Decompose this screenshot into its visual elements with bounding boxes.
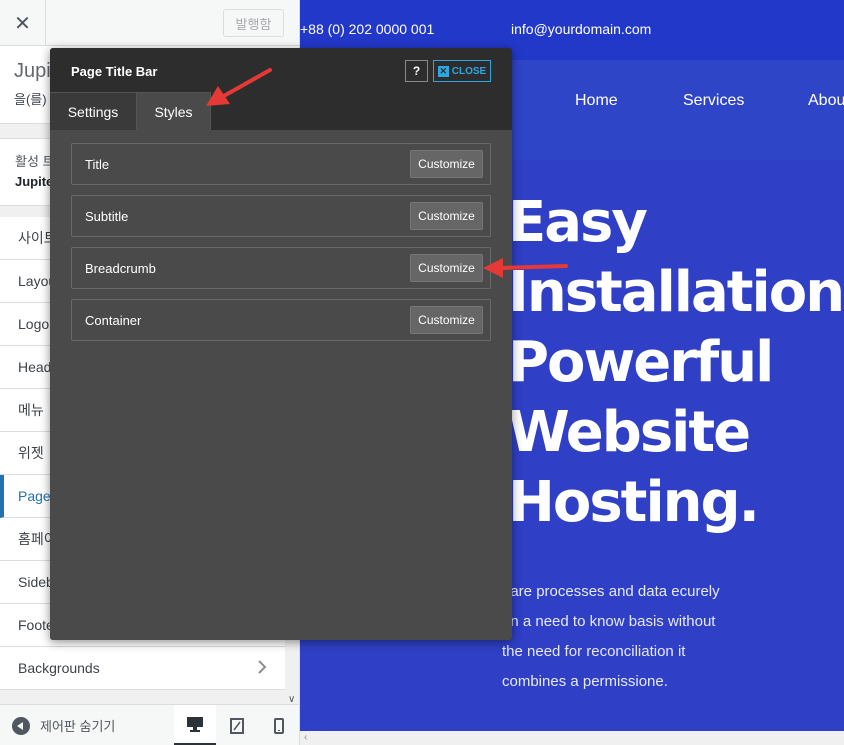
dialog-body: Title Customize Subtitle Customize Bread… <box>50 130 512 640</box>
close-customizer-button[interactable]: ✕ <box>0 0 46 46</box>
style-row-breadcrumb: Breadcrumb Customize <box>71 247 491 289</box>
sidebar-item-label: Page <box>18 488 51 504</box>
style-row-label: Breadcrumb <box>85 261 156 276</box>
hero-heading-line: Hosting. <box>508 470 760 535</box>
customize-breadcrumb-button[interactable]: Customize <box>410 254 483 282</box>
help-button[interactable]: ? <box>405 60 428 82</box>
sidebar-item-label: 위젯 <box>18 445 44 461</box>
sidebar-item-label: 메뉴 <box>18 402 44 418</box>
style-row-label: Title <box>85 157 110 172</box>
hero-paragraph: hare processes and data ecurely on a nee… <box>502 583 720 690</box>
tablet-icon <box>230 717 244 734</box>
style-row-subtitle: Subtitle Customize <box>71 195 491 237</box>
chevron-right-icon <box>258 660 267 674</box>
hero-heading-line: Easy <box>508 190 648 255</box>
sidebar-item-label: Sideb <box>18 574 54 590</box>
hero-heading-line: Powerful <box>508 330 774 395</box>
desktop-icon <box>187 717 203 732</box>
sidebar-item-backgrounds[interactable]: Backgrounds <box>0 647 285 690</box>
dialog-header: Page Title Bar ? ✕ CLOSE <box>50 48 512 92</box>
customize-container-button[interactable]: Customize <box>410 306 483 334</box>
hide-controls-button[interactable]: 제어판 숨기기 <box>12 716 115 735</box>
tab-styles[interactable]: Styles <box>137 92 211 130</box>
email-address: info@yourdomain.com <box>511 21 652 37</box>
desktop-preview-button[interactable] <box>174 705 216 745</box>
dialog-close-button[interactable]: ✕ CLOSE <box>433 60 491 82</box>
mobile-preview-button[interactable] <box>258 705 299 745</box>
tab-settings[interactable]: Settings <box>50 92 137 130</box>
preview-horizontal-scrollbar[interactable]: ‹ <box>300 731 844 745</box>
sidebar-item-label: Backgrounds <box>18 660 100 676</box>
customize-title-button[interactable]: Customize <box>410 150 483 178</box>
close-icon: ✕ <box>437 65 449 77</box>
scroll-left-icon[interactable]: ‹ <box>304 732 307 743</box>
sidebar-item-label: Logo <box>18 316 50 332</box>
nav-services[interactable]: Services <box>683 92 744 110</box>
phone-number: +88 (0) 202 0000 001 <box>300 21 435 37</box>
dialog-tabs: Settings Styles <box>50 92 512 130</box>
hero-heading-line: Installation <box>508 260 844 325</box>
dialog-title: Page Title Bar <box>71 64 158 79</box>
hide-controls-label: 제어판 숨기기 <box>40 719 116 734</box>
style-row-title: Title Customize <box>71 143 491 185</box>
customize-subtitle-button[interactable]: Customize <box>410 202 483 230</box>
sidebar-footer: 제어판 숨기기 <box>0 704 299 745</box>
hero-heading-line: Website <box>508 400 751 465</box>
hero-heading: Easy Installation Powerful Website Hosti… <box>508 188 844 538</box>
style-row-label: Container <box>85 313 142 328</box>
nav-about[interactable]: Abou <box>808 92 844 110</box>
style-row-label: Subtitle <box>85 209 129 224</box>
tablet-preview-button[interactable] <box>216 705 258 745</box>
nav-home[interactable]: Home <box>575 92 618 110</box>
publish-button[interactable]: 발행함 <box>223 9 284 37</box>
collapse-arrow-icon <box>12 716 30 735</box>
page-title-bar-dialog: Page Title Bar ? ✕ CLOSE Settings Styles… <box>50 48 512 640</box>
close-label: CLOSE <box>451 65 487 77</box>
sidebar-item-label: Head <box>18 359 52 375</box>
sidebar-header: ✕ 발행함 <box>0 0 299 46</box>
mobile-icon <box>274 717 284 734</box>
style-row-container: Container Customize <box>71 299 491 341</box>
sidebar-item-label: Foote <box>18 617 54 633</box>
